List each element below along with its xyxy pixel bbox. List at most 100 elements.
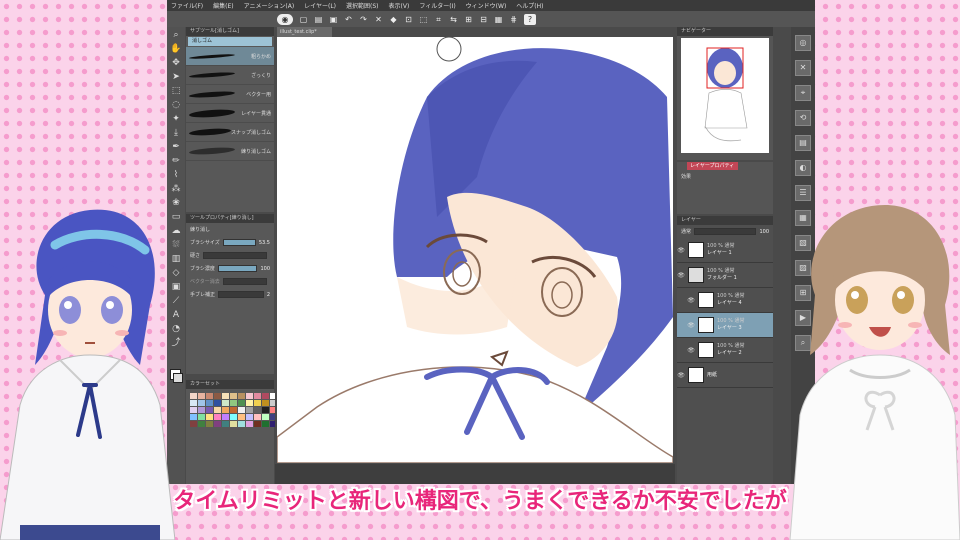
brush-item[interactable]: スナップ消しゴム xyxy=(186,123,274,142)
brush-item[interactable]: 粗らかめ xyxy=(186,47,274,66)
color-swatch[interactable] xyxy=(238,393,245,399)
sub-view-icon[interactable]: ✕ xyxy=(795,60,811,76)
color-swatch[interactable] xyxy=(222,421,229,427)
drawing-canvas[interactable] xyxy=(277,37,673,463)
color-swatch[interactable] xyxy=(222,414,229,420)
color-swatch[interactable] xyxy=(246,421,253,427)
menu-help[interactable]: ヘルプ(H) xyxy=(516,1,543,10)
transform-icon[interactable]: ⊡ xyxy=(404,15,413,24)
color-swatch[interactable] xyxy=(230,414,237,420)
shrink-selection-icon[interactable]: ⊟ xyxy=(479,15,488,24)
vector-erase-option[interactable] xyxy=(222,278,267,285)
color-swatch[interactable] xyxy=(254,421,261,427)
layer-row[interactable]: 👁 100 % 通常 レイヤー 1 xyxy=(677,238,773,263)
color-swatch[interactable] xyxy=(190,421,197,427)
color-swatch[interactable] xyxy=(230,421,237,427)
color-swatch[interactable] xyxy=(246,400,253,406)
deselect-icon[interactable]: ⬚ xyxy=(419,15,428,24)
brush-item[interactable]: ざっくり xyxy=(186,66,274,85)
visibility-eye-icon[interactable]: 👁 xyxy=(677,247,685,254)
color-swatch[interactable] xyxy=(246,407,253,413)
brush-item[interactable]: レイヤー貫通 xyxy=(186,104,274,123)
color-swatch[interactable] xyxy=(262,400,269,406)
pen-tool-icon[interactable]: ✒ xyxy=(170,141,182,153)
brush-tool-icon[interactable]: ⌇ xyxy=(170,169,182,181)
color-swatch[interactable] xyxy=(214,414,221,420)
color-swatch[interactable] xyxy=(230,400,237,406)
wand-tool-icon[interactable]: ✦ xyxy=(170,113,182,125)
clear-icon[interactable]: ✕ xyxy=(374,15,383,24)
color-swatch[interactable] xyxy=(262,393,269,399)
menu-file[interactable]: ファイル(F) xyxy=(171,1,203,10)
color-swatch[interactable] xyxy=(254,407,261,413)
menu-edit[interactable]: 編集(E) xyxy=(213,1,233,10)
material-icon[interactable]: ▤ xyxy=(795,135,811,151)
menu-animation[interactable]: アニメーション(A) xyxy=(244,1,295,10)
color-swatch[interactable] xyxy=(222,407,229,413)
open-icon[interactable]: ▤ xyxy=(314,15,323,24)
color-swatch[interactable] xyxy=(190,393,197,399)
subtool-group-tab[interactable]: 消しゴム xyxy=(188,37,272,46)
layer-row-selected[interactable]: 👁 100 % 通常 レイヤー 3 xyxy=(677,313,773,338)
menu-view[interactable]: 表示(V) xyxy=(389,1,410,10)
color-wheel-icon[interactable]: ◐ xyxy=(795,160,811,176)
color-swatch[interactable] xyxy=(262,414,269,420)
color-swatch[interactable] xyxy=(238,414,245,420)
info-icon[interactable]: ⌖ xyxy=(795,85,811,101)
pencil-tool-icon[interactable]: ✏ xyxy=(170,155,182,167)
hardness-selector[interactable] xyxy=(203,252,267,259)
history-icon[interactable]: ⟲ xyxy=(795,110,811,126)
visibility-eye-icon[interactable]: 👁 xyxy=(677,372,685,379)
color-swatch[interactable] xyxy=(214,393,221,399)
visibility-eye-icon[interactable]: 👁 xyxy=(687,347,695,354)
color-swatch[interactable] xyxy=(222,400,229,406)
color-swatch[interactable] xyxy=(190,400,197,406)
crop-icon[interactable]: ⌗ xyxy=(434,15,443,24)
stabilization-slider[interactable] xyxy=(218,291,264,298)
undo-icon[interactable]: ↶ xyxy=(344,15,353,24)
visibility-eye-icon[interactable]: 👁 xyxy=(687,297,695,304)
menu-selection[interactable]: 選択範囲(S) xyxy=(346,1,379,10)
prop-row[interactable]: 硬さ xyxy=(186,249,274,262)
menu-window[interactable]: ウィンドウ(W) xyxy=(466,1,507,10)
prop-row[interactable]: ブラシサイズ 53.5 xyxy=(186,236,274,249)
color-swatch[interactable] xyxy=(206,393,213,399)
color-swatch[interactable] xyxy=(222,393,229,399)
expand-selection-icon[interactable]: ⊞ xyxy=(464,15,473,24)
new-icon[interactable]: ▢ xyxy=(299,15,308,24)
visibility-eye-icon[interactable]: 👁 xyxy=(687,322,695,329)
brush-size-slider[interactable] xyxy=(222,239,256,246)
color-swatch[interactable] xyxy=(246,393,253,399)
layer-row[interactable]: 👁 100 % 通常 レイヤー 4 xyxy=(677,288,773,313)
help-icon[interactable]: ? xyxy=(524,13,536,25)
color-swatch[interactable] xyxy=(214,407,221,413)
color-swatch[interactable] xyxy=(230,393,237,399)
color-swatch[interactable] xyxy=(206,407,213,413)
color-swatch[interactable] xyxy=(238,400,245,406)
color-swatch[interactable] xyxy=(214,400,221,406)
color-swatch[interactable] xyxy=(254,400,261,406)
color-swatch[interactable] xyxy=(198,393,205,399)
color-swatch[interactable] xyxy=(238,407,245,413)
opacity-slider[interactable] xyxy=(694,228,757,235)
color-swatch[interactable] xyxy=(198,414,205,420)
move-tool-icon[interactable]: ✥ xyxy=(170,57,182,69)
layer-property-tab[interactable]: レイヤープロパティ xyxy=(687,162,738,170)
document-tab[interactable]: illust_test.clip* xyxy=(277,27,332,37)
color-swatch[interactable] xyxy=(198,407,205,413)
lasso-tool-icon[interactable]: ◌ xyxy=(170,99,182,111)
selection-tool-icon[interactable]: ⬚ xyxy=(170,85,182,97)
color-swatch[interactable] xyxy=(190,407,197,413)
snap-icon[interactable]: ⋕ xyxy=(509,15,518,24)
zoom-tool-icon[interactable]: ⌕ xyxy=(170,29,182,41)
color-swatch[interactable] xyxy=(246,414,253,420)
color-swatch[interactable] xyxy=(198,421,205,427)
select-all-icon[interactable]: ▦ xyxy=(494,15,503,24)
color-swatch[interactable] xyxy=(206,421,213,427)
brush-density-slider[interactable] xyxy=(217,265,258,272)
brush-item[interactable]: ベクター用 xyxy=(186,85,274,104)
prop-row[interactable]: 手ブレ補正 2 xyxy=(186,288,274,301)
prop-row[interactable]: ブラシ濃度 100 xyxy=(186,262,274,275)
eyedropper-tool-icon[interactable]: ⤓ xyxy=(170,127,182,139)
menu-filter[interactable]: フィルター(I) xyxy=(419,1,455,10)
